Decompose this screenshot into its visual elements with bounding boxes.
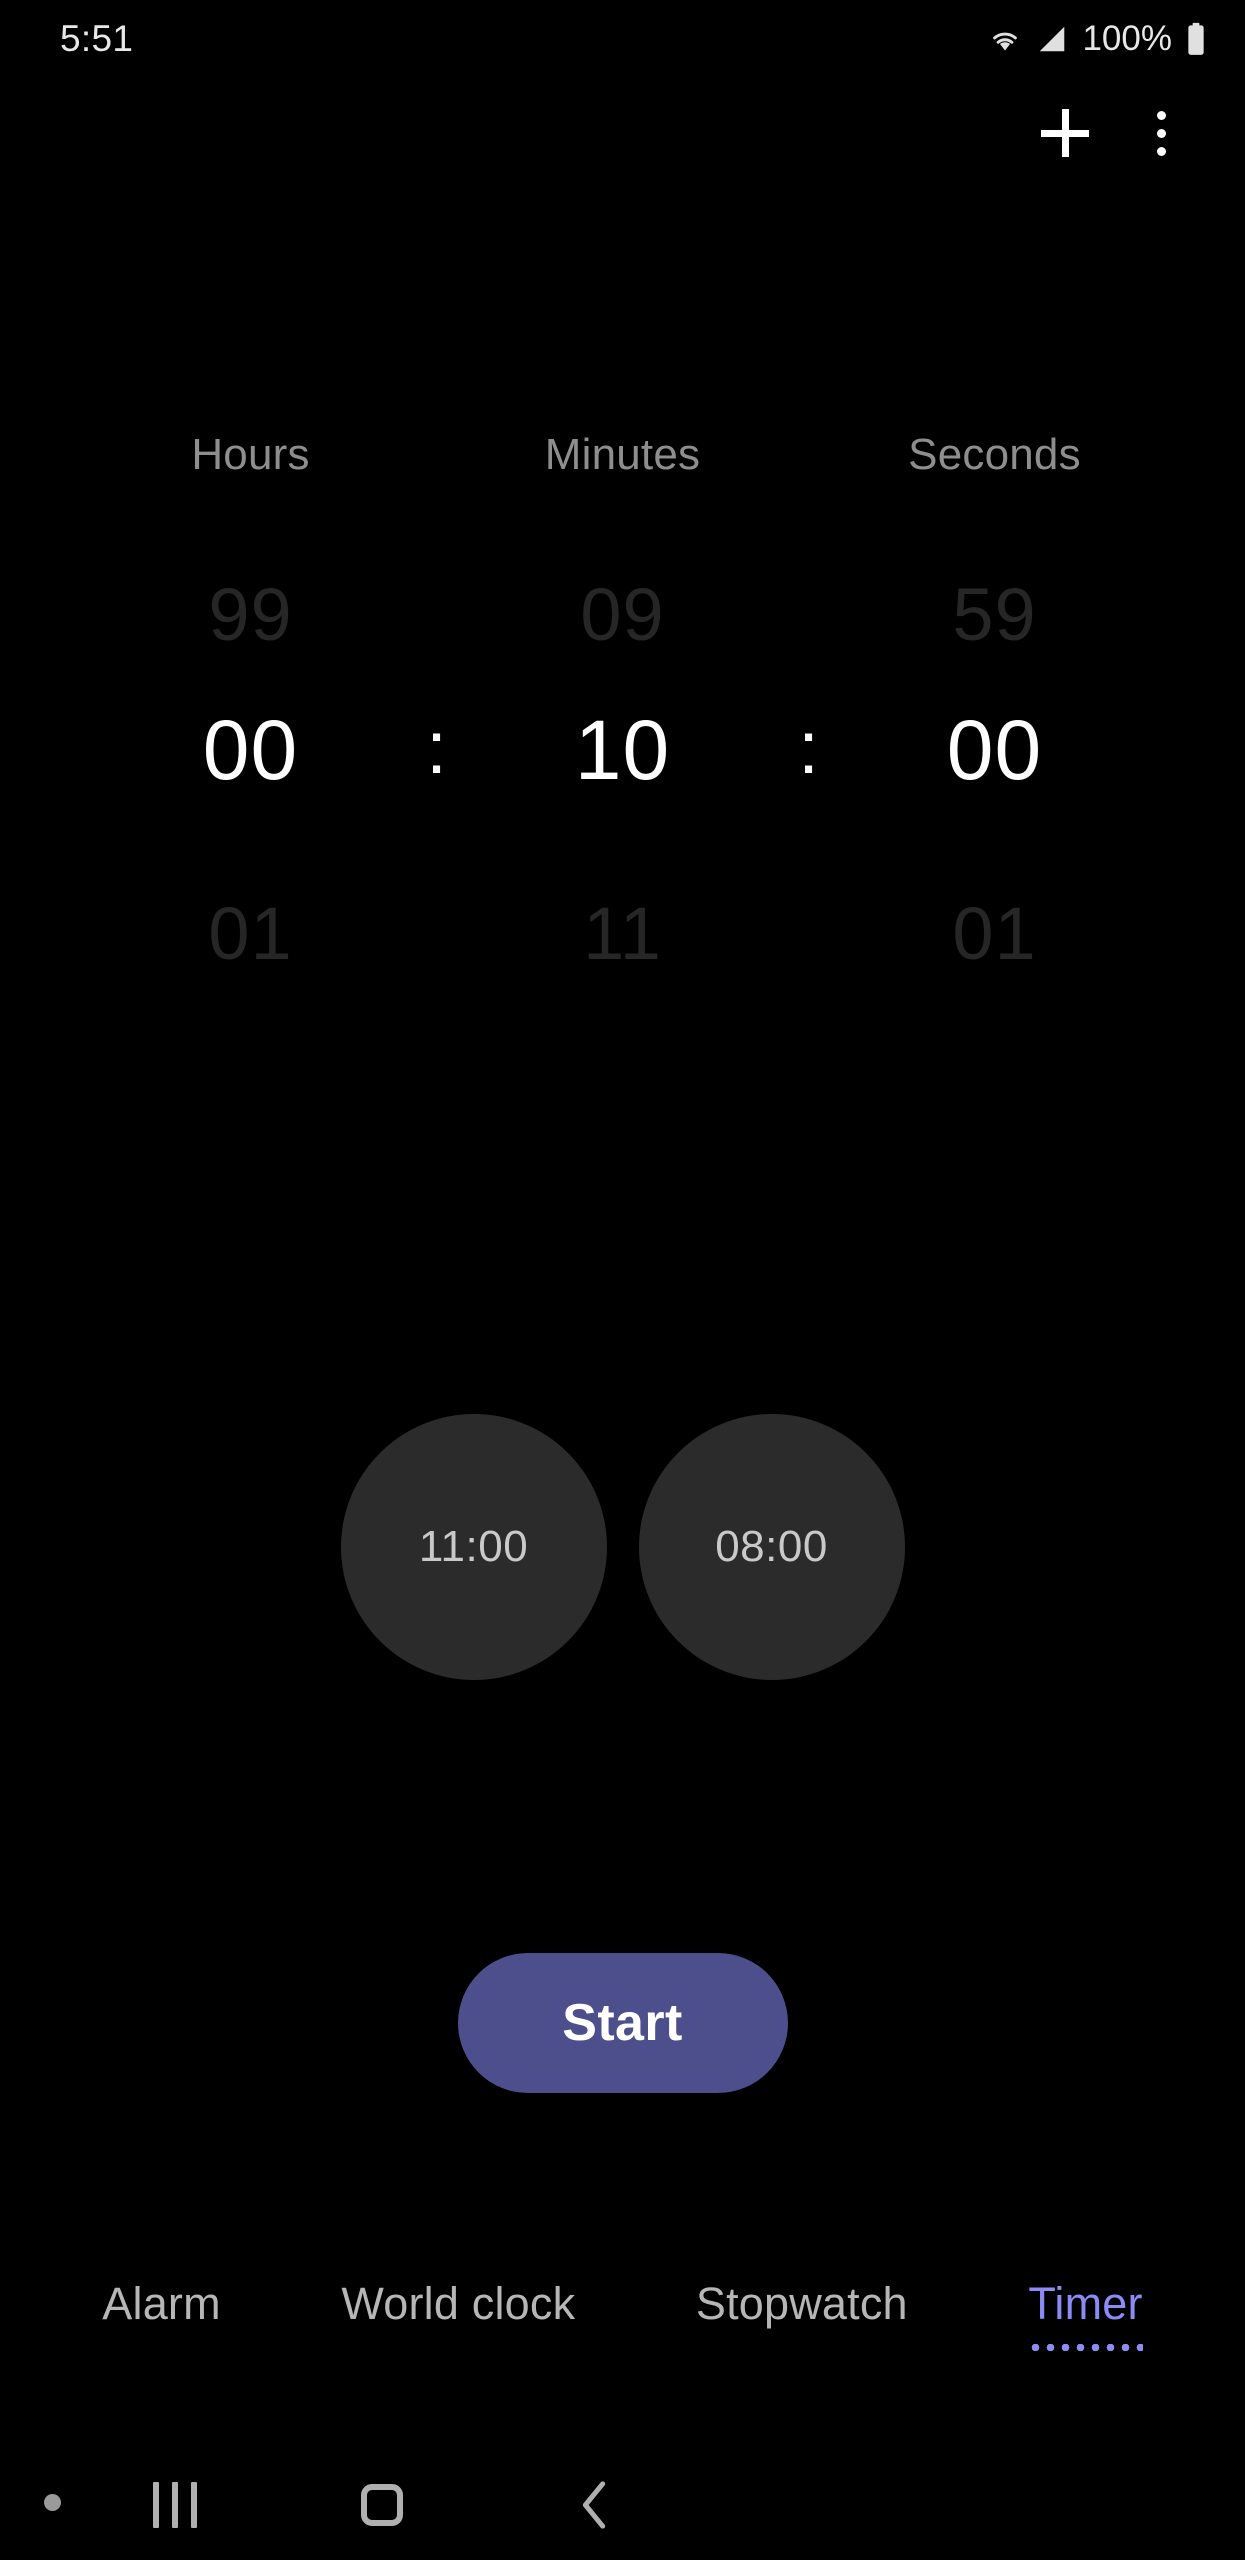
recents-icon — [153, 2482, 197, 2528]
preset-list: 11:00 08:00 — [0, 1414, 1245, 1680]
hours-value-selected[interactable]: 00 — [203, 703, 298, 797]
tab-label: World clock — [341, 2278, 576, 2329]
tab-label: Stopwatch — [695, 2278, 908, 2329]
status-icons: 100% — [988, 19, 1207, 59]
tab-label: Alarm — [102, 2278, 221, 2329]
picker-row-above[interactable]: 99 09 59 — [0, 538, 1245, 690]
tab-alarm[interactable]: Alarm — [98, 2278, 225, 2330]
active-tab-indicator — [1028, 2344, 1143, 2351]
seconds-value-selected[interactable]: 00 — [947, 703, 1042, 797]
more-vert-icon — [1156, 110, 1166, 156]
status-bar: 5:51 100% — [0, 0, 1245, 78]
add-timer-button[interactable] — [1017, 85, 1113, 181]
battery-percent-label: 100% — [1082, 19, 1172, 58]
start-button-label: Start — [562, 1994, 683, 2052]
tab-world-clock[interactable]: World clock — [337, 2278, 579, 2330]
recents-button[interactable] — [115, 2450, 235, 2560]
tab-stopwatch[interactable]: Stopwatch — [692, 2278, 912, 2330]
battery-icon — [1185, 22, 1207, 56]
picker-separator-2: : — [798, 705, 819, 789]
minutes-label: Minutes — [544, 430, 701, 479]
tab-timer[interactable]: Timer — [1024, 2278, 1146, 2351]
home-icon — [361, 2484, 403, 2526]
bottom-tab-bar: Alarm World clock Stopwatch Timer — [0, 2278, 1245, 2390]
start-button[interactable]: Start — [457, 1953, 788, 2093]
preset-timer-1[interactable]: 11:00 — [340, 1414, 607, 1680]
seconds-value-below[interactable]: 01 — [952, 892, 1036, 975]
seconds-value-above[interactable]: 59 — [952, 573, 1036, 656]
picker-column-labels: Hours Minutes Seconds — [0, 430, 1245, 480]
timer-screen: 5:51 100% Hours Minutes Seconds 99 09 59… — [0, 0, 1245, 2560]
minutes-value-below[interactable]: 11 — [583, 892, 662, 975]
back-icon — [577, 2480, 613, 2530]
primary-action-area: Start — [0, 1953, 1245, 2093]
status-clock: 5:51 — [60, 18, 134, 59]
preset-label: 08:00 — [715, 1522, 828, 1571]
home-button[interactable] — [322, 2450, 442, 2560]
picker-row-selected[interactable]: 00 : 10 : 00 — [0, 690, 1245, 810]
dot-indicator-icon — [44, 2494, 61, 2511]
picker-separator-1: : — [426, 705, 447, 789]
plus-icon — [1041, 109, 1089, 157]
hours-value-above[interactable]: 99 — [208, 573, 292, 656]
preset-timer-2[interactable]: 08:00 — [638, 1414, 905, 1680]
picker-row-below[interactable]: 01 11 01 — [0, 858, 1245, 1008]
tab-label: Timer — [1028, 2278, 1143, 2329]
hours-label: Hours — [191, 430, 310, 479]
preset-label: 11:00 — [418, 1522, 529, 1571]
minutes-value-selected[interactable]: 10 — [575, 703, 670, 797]
seconds-label: Seconds — [908, 430, 1081, 479]
duration-picker[interactable]: Hours Minutes Seconds 99 09 59 00 : 10 :… — [0, 430, 1245, 1008]
minutes-value-above[interactable]: 09 — [580, 573, 664, 656]
signal-icon — [1035, 24, 1069, 54]
system-navigation-bar — [0, 2450, 1245, 2560]
overflow-menu-button[interactable] — [1113, 85, 1209, 181]
hours-value-below[interactable]: 01 — [208, 892, 292, 975]
back-button[interactable] — [535, 2450, 655, 2560]
app-toolbar — [0, 78, 1245, 188]
wifi-icon — [988, 25, 1022, 53]
